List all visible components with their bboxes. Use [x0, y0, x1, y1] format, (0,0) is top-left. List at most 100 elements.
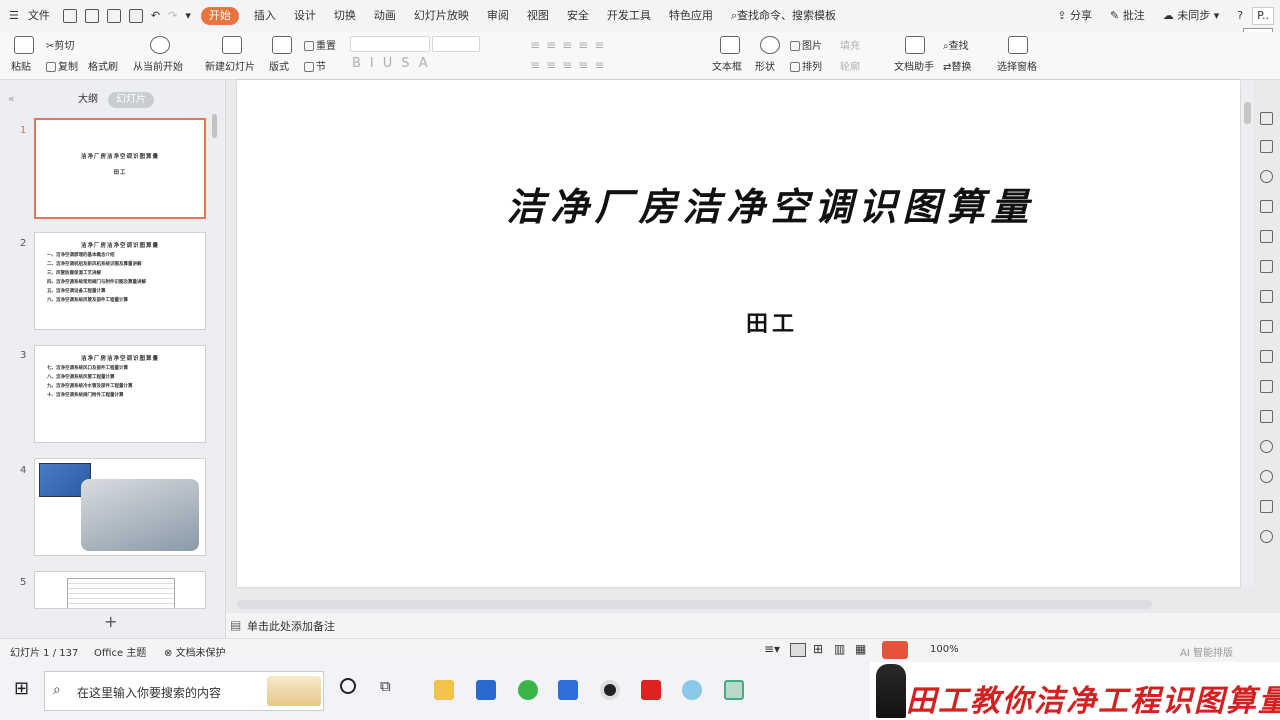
tab-developer[interactable]: 开发工具 [598, 0, 660, 32]
panel-scrollbar[interactable] [212, 114, 217, 138]
tab-slideshow[interactable]: 幻灯片放映 [405, 0, 478, 32]
slide-canvas[interactable]: 洁净厂房洁净空调识图算量 田工 [237, 80, 1240, 587]
format-painter-button[interactable]: 格式刷 [88, 58, 118, 73]
export-icon[interactable] [84, 9, 99, 23]
doc-assistant-button[interactable]: 文档助手 [894, 58, 934, 73]
box-icon[interactable] [1260, 380, 1273, 393]
layout-button[interactable]: 版式 [269, 58, 289, 73]
play-slideshow-button[interactable] [882, 641, 908, 659]
tab-features[interactable]: 特色应用 [660, 0, 722, 32]
share-button[interactable]: ⇪ 分享 [1048, 0, 1101, 32]
wps-presentation-icon[interactable] [724, 680, 744, 700]
qa-dropdown-icon[interactable]: ▾ [181, 0, 195, 32]
search-command[interactable]: ⌕查找命令、搜索模板 [722, 0, 845, 32]
shape-button[interactable]: 形状 [755, 58, 775, 73]
browser-icon[interactable] [518, 680, 538, 700]
redo-icon[interactable]: ↷ [164, 0, 181, 32]
reading-view-icon[interactable]: ▥ [834, 642, 845, 656]
add-slide-button[interactable]: + [104, 612, 117, 631]
reset-button[interactable]: 重置 [304, 37, 336, 52]
paragraph-buttons[interactable]: ≡≡≡≡≡ [530, 38, 610, 52]
tab-outline[interactable]: 大纲 [70, 92, 106, 108]
store-icon[interactable] [476, 680, 496, 700]
tab-design[interactable]: 设计 [285, 0, 325, 32]
avatar[interactable]: P.. [1252, 7, 1274, 25]
magic-icon[interactable] [1260, 112, 1273, 125]
tab-home[interactable]: 开始 [200, 7, 239, 25]
copy-style-icon[interactable] [1260, 140, 1273, 153]
theme-name[interactable]: Office 主题 [94, 644, 146, 659]
export-icon[interactable] [1260, 350, 1273, 363]
zoom-level[interactable]: 100% [930, 644, 959, 655]
new-slide-icon[interactable] [222, 36, 242, 54]
diamond-icon[interactable] [1260, 200, 1273, 213]
history-icon[interactable] [1260, 470, 1273, 483]
shape-icon[interactable] [760, 36, 780, 54]
slide-thumbnail[interactable] [34, 571, 206, 609]
font-size-select[interactable] [432, 36, 480, 52]
autocad-icon[interactable] [641, 680, 661, 700]
tab-security[interactable]: 安全 [558, 0, 598, 32]
slide-subtitle[interactable]: 田工 [237, 306, 1280, 338]
slide-thumbnail[interactable]: 洁净厂房洁净空调识图算量 田工 [34, 118, 206, 219]
windows-start-icon[interactable]: ⊞ [14, 678, 29, 699]
new-slide-button[interactable]: 新建幻灯片 [205, 58, 255, 73]
audio-icon[interactable] [1260, 440, 1273, 453]
textbox-button[interactable]: 文本框 [712, 58, 742, 73]
tab-review[interactable]: 审阅 [478, 0, 518, 32]
cut-button[interactable]: ✂剪切 [46, 37, 74, 52]
slide-thumbnail[interactable] [34, 458, 206, 556]
task-view-icon[interactable]: ⧉ [380, 677, 391, 695]
save-icon[interactable] [62, 9, 77, 23]
arrange-button[interactable]: 排列 [790, 58, 822, 73]
font-style-buttons[interactable]: BIUSA [352, 56, 437, 71]
paste-button[interactable]: 粘贴 [11, 58, 31, 73]
notes-toggle-icon[interactable]: ≡▾ [764, 642, 780, 656]
copy-button[interactable]: 复制 [46, 58, 78, 73]
cortana-icon[interactable] [340, 678, 356, 694]
app-icon[interactable] [682, 680, 702, 700]
picture-button[interactable]: 图片 [790, 37, 822, 52]
align-buttons[interactable]: ≡≡≡≡≡ [530, 58, 610, 72]
select-pane-icon[interactable] [1008, 36, 1028, 54]
find-button[interactable]: ⌕查找 [943, 37, 969, 52]
canvas-vscroll[interactable] [1241, 80, 1253, 587]
tab-animation[interactable]: 动画 [365, 0, 405, 32]
tab-slides[interactable]: 幻灯片 [108, 92, 154, 108]
image-icon[interactable] [1260, 410, 1273, 423]
slide-thumbnail[interactable]: 洁净厂房洁净空调识图算量 七、洁净空调系统风口及部件工程量计算 八、洁净空调系统… [34, 345, 206, 443]
canvas-hscroll[interactable] [237, 600, 1152, 609]
grid-icon[interactable] [1260, 230, 1273, 243]
comment-button[interactable]: ✎ 批注 [1101, 0, 1154, 32]
wps-writer-icon[interactable] [558, 680, 578, 700]
tab-transition[interactable]: 切换 [325, 0, 365, 32]
file-menu[interactable]: 文件 [28, 0, 59, 32]
notes-placeholder[interactable]: 单击此处添加备注 [247, 618, 335, 634]
doc-assistant-icon[interactable] [905, 36, 925, 54]
chart-icon[interactable] [1260, 260, 1273, 273]
play-icon[interactable] [150, 36, 170, 54]
protection-status[interactable]: ⊗ 文档未保护 [164, 644, 226, 659]
textbox-icon[interactable] [720, 36, 740, 54]
tab-insert[interactable]: 插入 [245, 0, 285, 32]
sync-button[interactable]: ☁ 未同步 ▾ [1154, 0, 1229, 32]
tab-view[interactable]: 视图 [518, 0, 558, 32]
recorder-icon[interactable] [600, 680, 620, 700]
from-current-button[interactable]: 从当前开始 [133, 58, 183, 73]
select-pane-button[interactable]: 选择窗格 [997, 58, 1037, 73]
settings-icon[interactable] [1260, 290, 1273, 303]
vscroll-thumb[interactable] [1244, 102, 1251, 124]
print-icon[interactable] [106, 9, 121, 23]
outline-button[interactable]: 轮廓 [840, 58, 860, 73]
slide-thumbnail[interactable]: 洁净厂房洁净空调识图算量 一、洁净空调原理的基本概念介绍 二、洁净空调机组及新风… [34, 232, 206, 330]
notes-bar[interactable]: ▤ 单击此处添加备注 [226, 613, 1280, 638]
font-family-select[interactable] [350, 36, 430, 52]
help-icon[interactable] [1260, 530, 1273, 543]
section-button[interactable]: 节 [304, 58, 326, 73]
paste-icon[interactable] [14, 36, 34, 54]
layout-icon[interactable] [1260, 320, 1273, 333]
shape-effect-icon[interactable] [1260, 170, 1273, 183]
replace-button[interactable]: ⇄替换 [943, 58, 971, 73]
layout-icon[interactable] [272, 36, 292, 54]
taskbar-search[interactable]: ⌕ 在这里输入你要搜索的内容 [44, 671, 324, 711]
